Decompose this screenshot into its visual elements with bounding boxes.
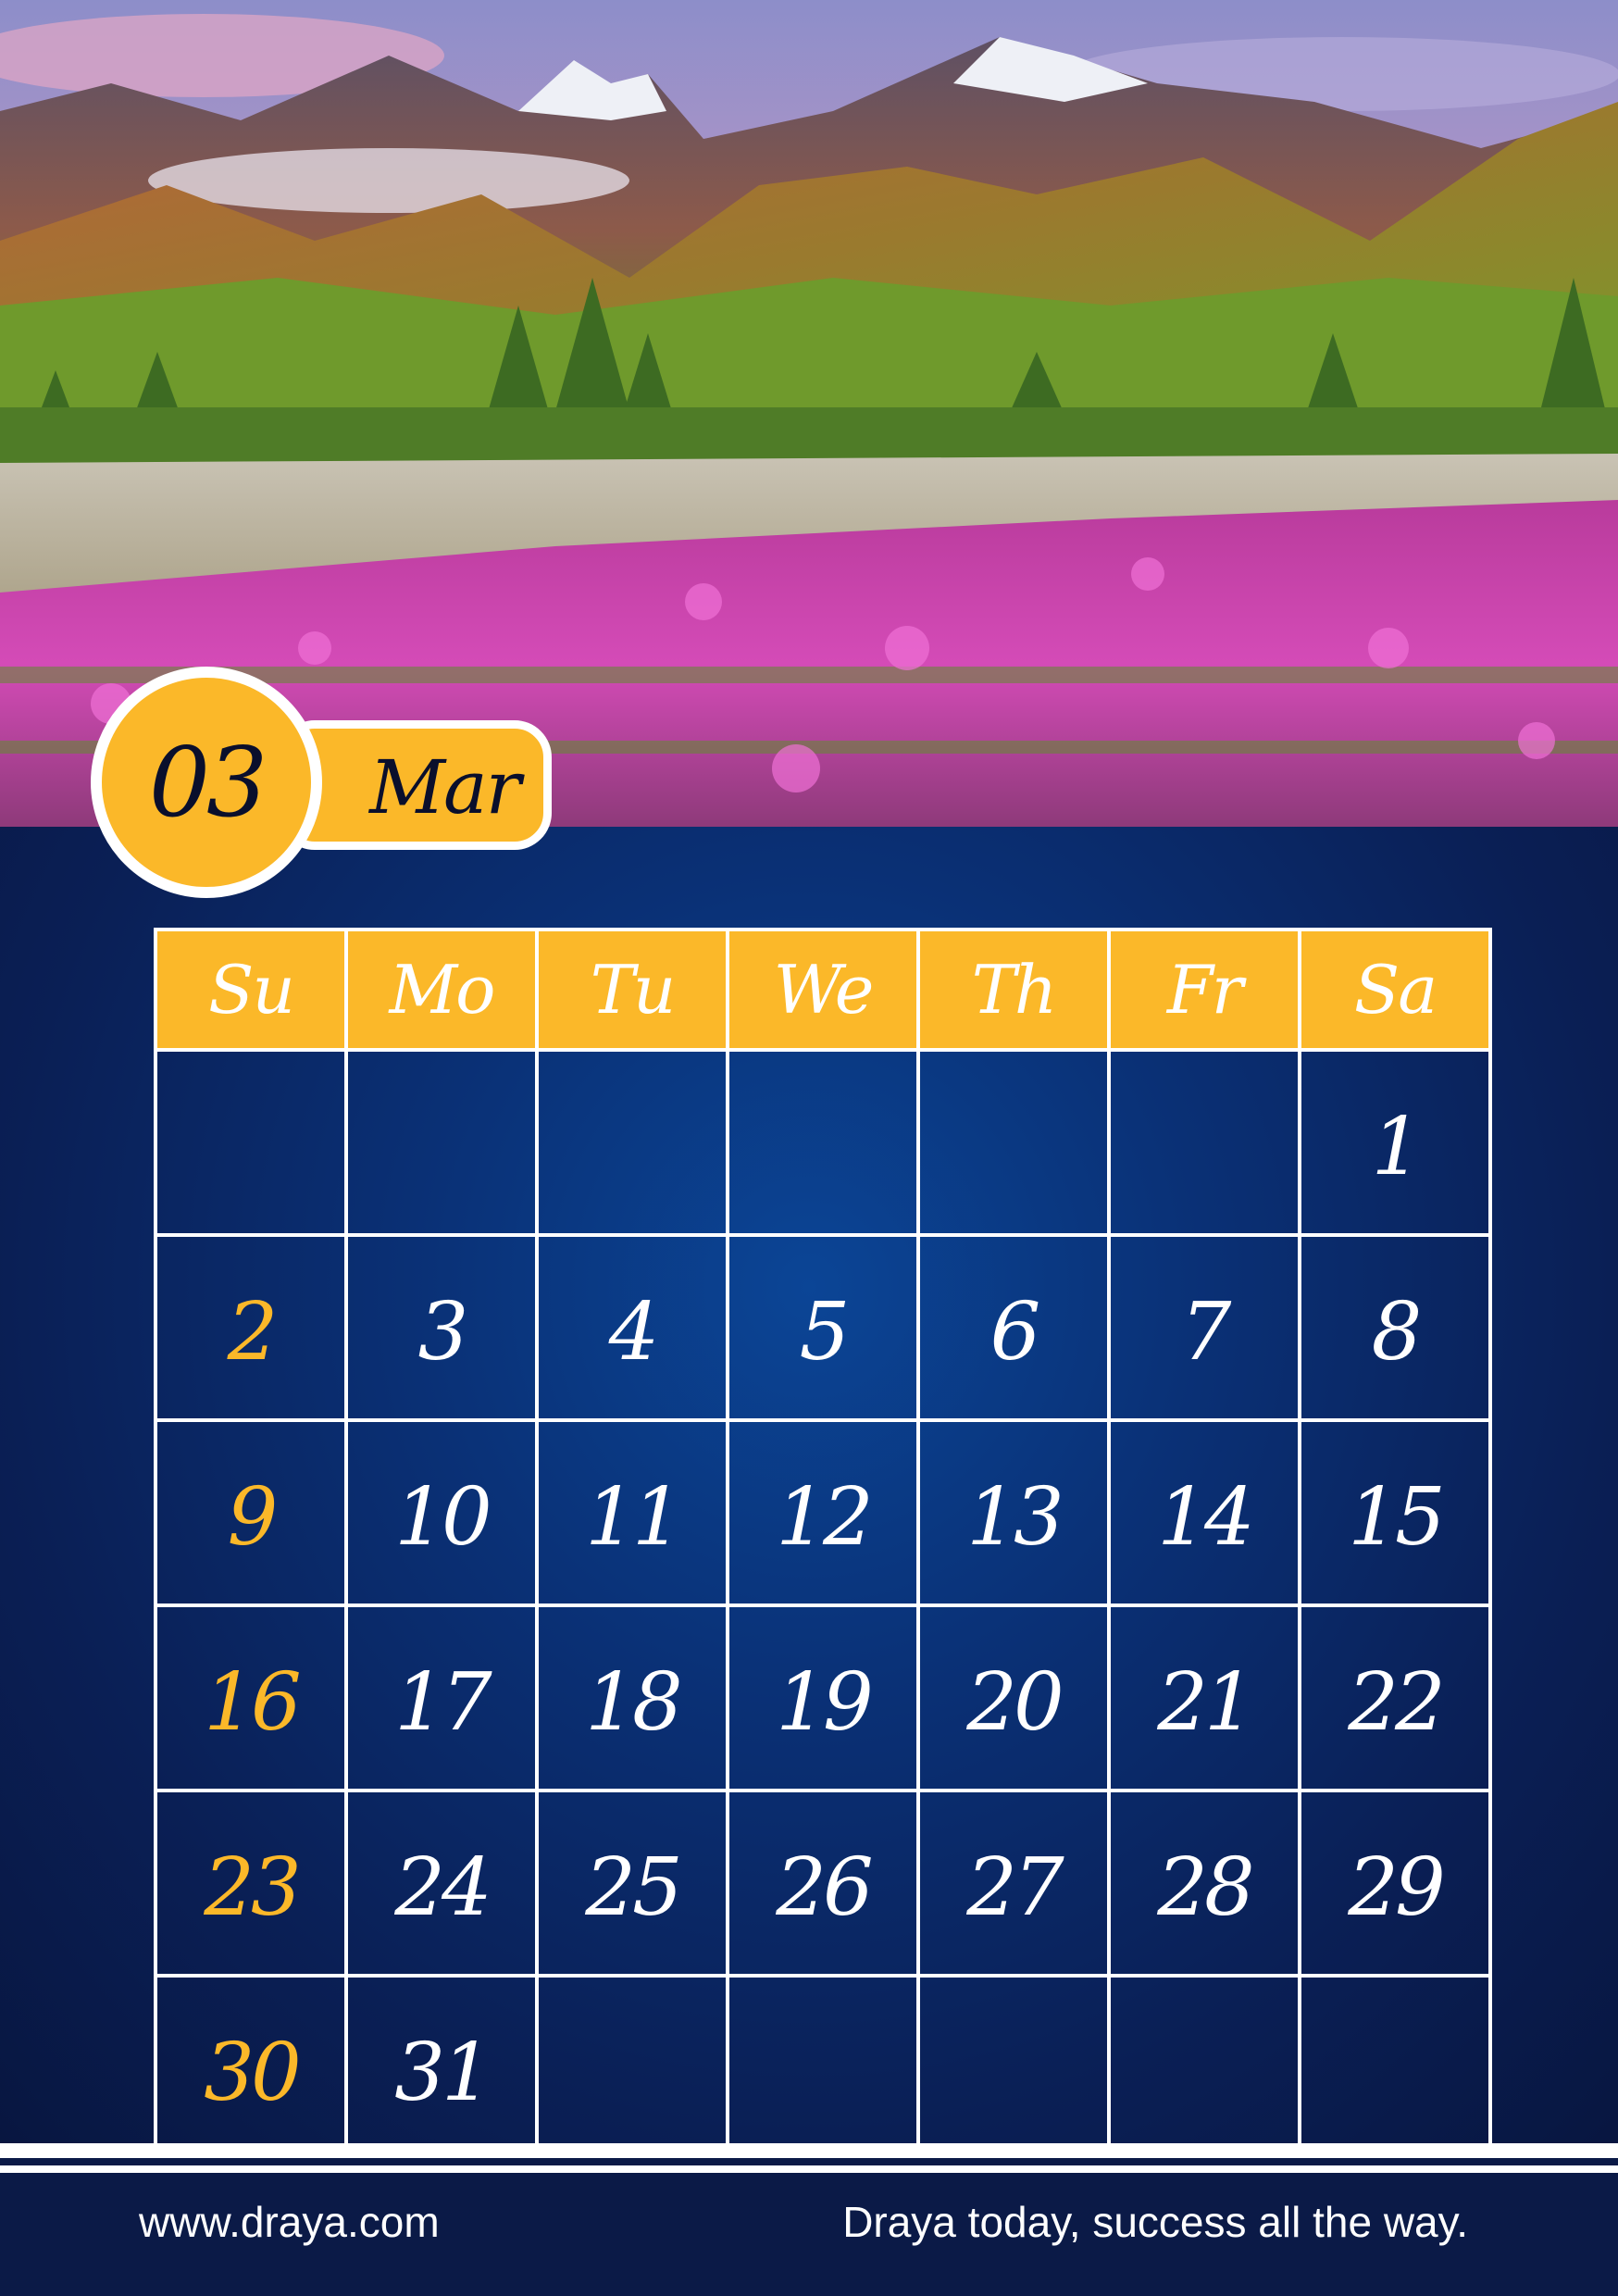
month-name: Mar <box>369 743 521 830</box>
day-cell <box>726 1974 920 2163</box>
day-cell: 1 <box>1298 1048 1492 1237</box>
day-cell: 26 <box>726 1789 920 1978</box>
weekday-header: Tu <box>535 928 729 1052</box>
day-cell: 20 <box>916 1603 1111 1792</box>
day-cell <box>1298 1974 1492 2163</box>
day-cell: 25 <box>535 1789 729 1978</box>
day-cell <box>1107 1974 1301 2163</box>
weekday-header: Su <box>154 928 348 1052</box>
day-cell <box>344 1048 539 1237</box>
day-cell: 14 <box>1107 1418 1301 1607</box>
day-cell: 18 <box>535 1603 729 1792</box>
day-cell <box>916 1974 1111 2163</box>
footer-divider <box>0 2158 1618 2165</box>
month-number-badge: 03 <box>91 667 322 898</box>
week-row: 30 31 <box>154 1974 1492 2163</box>
day-cell: 10 <box>344 1418 539 1607</box>
day-cell: 11 <box>535 1418 729 1607</box>
week-row: 9 10 11 12 13 14 15 <box>154 1418 1492 1607</box>
day-cell: 21 <box>1107 1603 1301 1792</box>
day-cell: 9 <box>154 1418 348 1607</box>
week-row: 23 24 25 26 27 28 29 <box>154 1789 1492 1978</box>
week-row: 2 3 4 5 6 7 8 <box>154 1233 1492 1422</box>
day-cell: 28 <box>1107 1789 1301 1978</box>
footer-slogan: Draya today, success all the way. <box>842 2198 1468 2246</box>
day-cell: 6 <box>916 1233 1111 1422</box>
day-cell: 15 <box>1298 1418 1492 1607</box>
day-cell: 27 <box>916 1789 1111 1978</box>
weekday-header: We <box>726 928 920 1052</box>
day-cell <box>535 1974 729 2163</box>
day-cell: 3 <box>344 1233 539 1422</box>
day-cell: 22 <box>1298 1603 1492 1792</box>
day-cell: 12 <box>726 1418 920 1607</box>
day-cell: 13 <box>916 1418 1111 1607</box>
day-cell <box>726 1048 920 1237</box>
day-cell: 4 <box>535 1233 729 1422</box>
day-cell: 16 <box>154 1603 348 1792</box>
day-cell: 30 <box>154 1974 348 2163</box>
weekday-header: Mo <box>344 928 539 1052</box>
day-cell: 5 <box>726 1233 920 1422</box>
day-cell <box>154 1048 348 1237</box>
day-cell: 31 <box>344 1974 539 2163</box>
week-row: 1 <box>154 1048 1492 1237</box>
website-url: www.draya.com <box>139 2198 440 2246</box>
day-cell: 7 <box>1107 1233 1301 1422</box>
day-cell <box>1107 1048 1301 1237</box>
day-cell: 17 <box>344 1603 539 1792</box>
day-cell: 24 <box>344 1789 539 1978</box>
day-cell <box>916 1048 1111 1237</box>
day-cell: 2 <box>154 1233 348 1422</box>
day-cell: 29 <box>1298 1789 1492 1978</box>
weekday-header: Sa <box>1298 928 1492 1052</box>
weekday-header-row: Su Mo Tu We Th Fr Sa <box>154 928 1492 1052</box>
weekday-header: Th <box>916 928 1111 1052</box>
day-cell <box>535 1048 729 1237</box>
week-row: 16 17 18 19 20 21 22 <box>154 1603 1492 1792</box>
day-cell: 8 <box>1298 1233 1492 1422</box>
month-calendar-grid: Su Mo Tu We Th Fr Sa 1 2 3 4 5 6 7 8 9 1… <box>154 928 1492 2163</box>
weekday-header: Fr <box>1107 928 1301 1052</box>
day-cell: 19 <box>726 1603 920 1792</box>
day-cell: 23 <box>154 1789 348 1978</box>
